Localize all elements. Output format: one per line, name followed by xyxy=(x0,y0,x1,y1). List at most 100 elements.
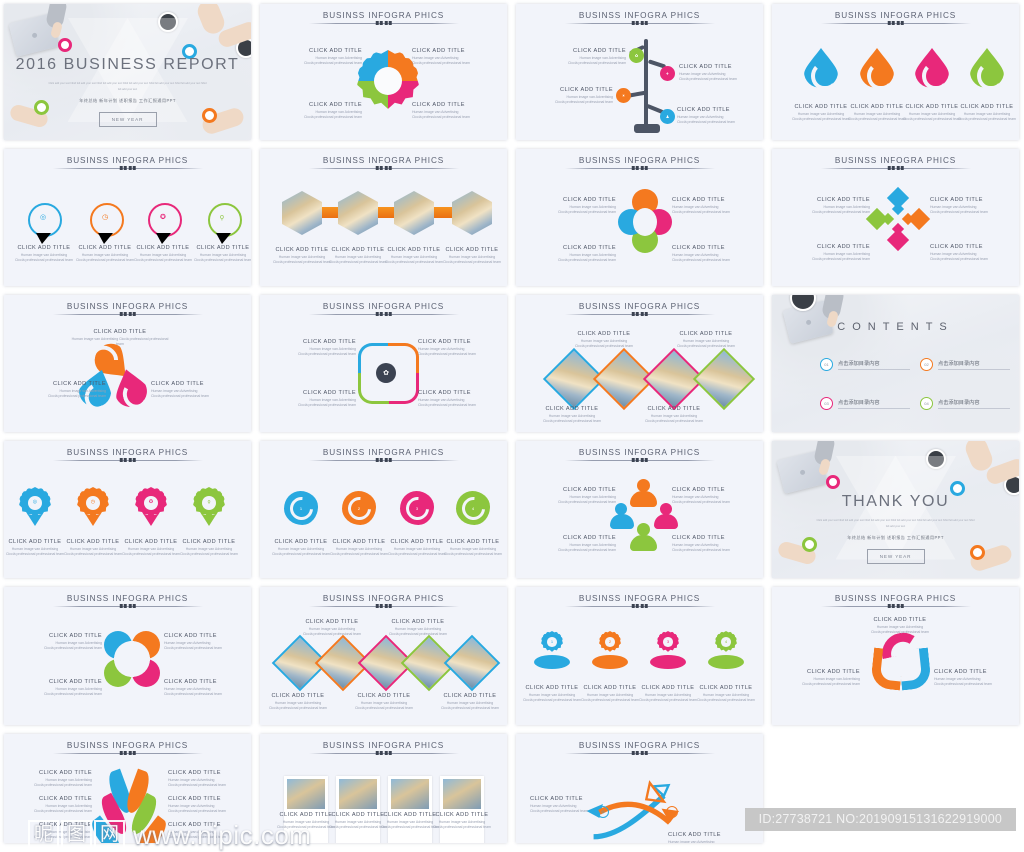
item-text-3: CLICK ADD TITLE Human image van Advertisi… xyxy=(543,406,601,424)
header-rule xyxy=(820,604,971,608)
slide-cell-12[interactable]: CONTENTS 01 点击添加目录内容 02 点击添加目录内容 03 点击添加… xyxy=(768,291,1024,437)
slide-cell-4[interactable]: BUSINSS INFOGRA PHICS CLICK ADD TITLE Hum… xyxy=(768,0,1024,145)
photo-card-1 xyxy=(284,776,328,843)
hex-photo-2 xyxy=(338,191,378,235)
item-text-4: CLICK ADD TITLE Human image van Advertisi… xyxy=(645,406,703,424)
slide-cell-20[interactable]: BUSINSS INFOGRA PHICS CLICK ADD TITLE Hum… xyxy=(768,583,1024,730)
thanks-new-year-button[interactable]: NEW YEAR xyxy=(866,549,925,565)
slide-cell-1[interactable]: 2016 BUSINESS REPORT Click add your text… xyxy=(0,0,256,145)
slide-cell-6[interactable]: BUSINSS INFOGRA PHICS CLICK ADD TITLE Hum… xyxy=(256,145,512,291)
thank-you-slide[interactable]: THANK YOU Click add your text hibid felt… xyxy=(772,441,1019,578)
contents-label-3: 点击添加目录内容 xyxy=(838,399,910,409)
triple-drop-slide[interactable]: BUSINSS INFOGRA PHICS CLICK ADD TITLE Hum… xyxy=(4,295,251,432)
header-dots xyxy=(631,21,648,25)
slide-cell-5[interactable]: BUSINSS INFOGRA PHICS ◎ ◷ ✪ ϙ CLICK ADD … xyxy=(0,145,256,291)
slide-cell-10[interactable]: BUSINSS INFOGRA PHICS ✿ CLICK ADD TITLE H… xyxy=(256,291,512,437)
diamond-photo-row-slide[interactable]: BUSINSS INFOGRA PHICS CLICK ADD TITLE Hum… xyxy=(516,295,763,432)
item-text-1: CLICK ADD TITLE Human image van Advertisi… xyxy=(812,197,870,215)
contents-number-badge-3: 03 xyxy=(820,397,833,410)
petal-circle-slide[interactable]: BUSINSS INFOGRA PHICS CLICK ADD TITLE Hum… xyxy=(516,149,763,286)
c-ring-slide[interactable]: BUSINSS INFOGRA PHICS 1 2 3 4 CLICK ADD … xyxy=(260,441,507,578)
diamond-photo-row-5-slide[interactable]: BUSINSS INFOGRA PHICS CLICK ADD TITLE Hum… xyxy=(260,587,507,725)
diamond-cluster-slide[interactable]: BUSINSS INFOGRA PHICS CLICK ADD TITLE Hum… xyxy=(772,149,1019,286)
item-text-4: CLICK ADD TITLE Human image van Advertisi… xyxy=(672,535,730,553)
gear-podium-slide[interactable]: BUSINSS INFOGRA PHICS 1 2 3 4 CLICK ADD … xyxy=(516,587,763,725)
item-text-4: CLICK ADD TITLE Human image van Advertisi… xyxy=(418,390,476,408)
slide-header: BUSINSS INFOGRA PHICS xyxy=(260,302,507,316)
item-text-1: CLICK ADD TITLE Human image van Advertisi… xyxy=(298,339,356,357)
tree-slide[interactable]: BUSINSS INFOGRA PHICS ✿ ✈ ☀ ♟ CLICK ADD … xyxy=(516,4,763,140)
item-text-4: CLICK ADD TITLE Human image van Advertisi… xyxy=(958,104,1016,122)
slide-header-text: BUSINSS INFOGRA PHICS xyxy=(66,448,189,457)
recycle-slide[interactable]: BUSINSS INFOGRA PHICS CLICK ADD TITLE Hum… xyxy=(772,587,1019,725)
cover-english-blurb: Click add your text hibid felt add your … xyxy=(48,82,207,91)
slide-cell-9[interactable]: BUSINSS INFOGRA PHICS CLICK ADD TITLE Hum… xyxy=(0,291,256,437)
slide-cell-18[interactable]: BUSINSS INFOGRA PHICS CLICK ADD TITLE Hum… xyxy=(256,583,512,730)
quad-arrow-slide[interactable]: BUSINSS INFOGRA PHICS ✿ CLICK ADD TITLE H… xyxy=(260,295,507,432)
item-text-2: CLICK ADD TITLE Human image van Advertisi… xyxy=(802,669,860,687)
flower-slide[interactable]: BUSINSS INFOGRA PHICS CLICK ADD TITLE Hum… xyxy=(4,587,251,725)
gear-pin-orange: ◷ xyxy=(76,487,110,535)
slide-header-text: BUSINSS INFOGRA PHICS xyxy=(66,594,189,603)
arrow-icon-orange: ♡ xyxy=(666,806,678,818)
contents-slide[interactable]: CONTENTS 01 点击添加目录内容 02 点击添加目录内容 03 点击添加… xyxy=(772,295,1019,432)
slide-cell-15[interactable]: BUSINSS INFOGRA PHICS CLICK ADD TITLE Hum… xyxy=(512,437,768,583)
slide-cell-16[interactable]: THANK YOU Click add your text hibid felt… xyxy=(768,437,1024,583)
slide-cell-21[interactable]: BUSINSS INFOGRA PHICS CLICK ADD TITLE Hum… xyxy=(0,730,256,848)
contents-item-4[interactable]: 04 点击添加目录内容 xyxy=(920,397,1010,410)
slide-header-text: BUSINSS INFOGRA PHICS xyxy=(66,156,189,165)
cover-new-year-button[interactable]: NEW YEAR xyxy=(98,112,157,128)
contents-item-3[interactable]: 03 点击添加目录内容 xyxy=(820,397,910,410)
header-dots xyxy=(375,751,392,755)
c-ring-pink: 3 xyxy=(400,491,434,525)
droplet-green xyxy=(970,48,1004,88)
contents-item-1[interactable]: 01 点击添加目录内容 xyxy=(820,358,910,371)
slide-header-text: BUSINSS INFOGRA PHICS xyxy=(578,594,701,603)
slide-cell-7[interactable]: BUSINSS INFOGRA PHICS CLICK ADD TITLE Hum… xyxy=(512,145,768,291)
slide-header: BUSINSS INFOGRA PHICS xyxy=(772,156,1019,170)
header-dots xyxy=(119,312,136,316)
petal-circle-graphic xyxy=(612,183,678,259)
slide-header: BUSINSS INFOGRA PHICS xyxy=(260,594,507,608)
slide-header-text: BUSINSS INFOGRA PHICS xyxy=(322,741,445,750)
contents-label-2: 点击添加目录内容 xyxy=(938,360,1010,370)
slide-cell-14[interactable]: BUSINSS INFOGRA PHICS 1 2 3 4 CLICK ADD … xyxy=(256,437,512,583)
diamond-cluster-graphic xyxy=(865,186,932,255)
header-dots xyxy=(119,604,136,608)
gear-wheel-slide[interactable]: BUSINSS INFOGRA PHICS CLICK ADD TITLE Hu… xyxy=(260,4,507,140)
leaf-fan-slide[interactable]: BUSINSS INFOGRA PHICS CLICK ADD TITLE Hum… xyxy=(4,734,251,843)
slide-cell-2[interactable]: BUSINSS INFOGRA PHICS CLICK ADD TITLE Hu… xyxy=(256,0,512,145)
droplets-slide[interactable]: BUSINSS INFOGRA PHICS CLICK ADD TITLE Hum… xyxy=(772,4,1019,140)
slide-header-text: BUSINSS INFOGRA PHICS xyxy=(578,302,701,311)
item-text-4: CLICK ADD TITLE Human image van Advertisi… xyxy=(697,685,755,703)
header-rule xyxy=(308,21,459,25)
header-dots xyxy=(887,166,904,170)
slide-cell-8[interactable]: BUSINSS INFOGRA PHICS CLICK ADD TITLE Hum… xyxy=(768,145,1024,291)
cover-slide[interactable]: 2016 BUSINESS REPORT Click add your text… xyxy=(4,4,251,140)
contents-item-2[interactable]: 02 点击添加目录内容 xyxy=(920,358,1010,371)
item-text-2: CLICK ADD TITLE Human image van Advertisi… xyxy=(668,832,721,843)
slide-cell-17[interactable]: BUSINSS INFOGRA PHICS CLICK ADD TITLE Hum… xyxy=(0,583,256,730)
slide-header-text: BUSINSS INFOGRA PHICS xyxy=(66,741,189,750)
diamond-photo-5 xyxy=(443,634,501,692)
gear-pin-slide[interactable]: BUSINSS INFOGRA PHICS ◎ ◷ ✪ ϙ CLICK ADD … xyxy=(4,441,251,578)
photo-card-slide[interactable]: BUSINSS INFOGRA PHICS CLICK ADD TITLE Hum… xyxy=(260,734,507,843)
slide-header: BUSINSS INFOGRA PHICS xyxy=(772,11,1019,25)
item-text-2: CLICK ADD TITLE Human image van Advertis… xyxy=(679,64,737,82)
slide-cell-19[interactable]: BUSINSS INFOGRA PHICS 1 2 3 4 CLICK ADD … xyxy=(512,583,768,730)
slide-cell-22[interactable]: BUSINSS INFOGRA PHICS CLICK ADD TITLE Hum… xyxy=(256,730,512,848)
slide-cell-3[interactable]: BUSINSS INFOGRA PHICS ✿ ✈ ☀ ♟ CLICK ADD … xyxy=(512,0,768,145)
pin-bubbles-slide[interactable]: BUSINSS INFOGRA PHICS ◎ ◷ ✪ ϙ CLICK ADD … xyxy=(4,149,251,286)
item-text-6: CLICK ADD TITLE Human image van Advertisi… xyxy=(168,822,226,840)
people-cross-slide[interactable]: BUSINSS INFOGRA PHICS CLICK ADD TITLE Hum… xyxy=(516,441,763,578)
item-text-2: CLICK ADD TITLE Human image van Advertisi… xyxy=(677,331,735,349)
slide-cell-13[interactable]: BUSINSS INFOGRA PHICS ◎ ◷ ✪ ϙ CLICK ADD … xyxy=(0,437,256,583)
item-text-5: CLICK ADD TITLE Human image van Advertisi… xyxy=(34,822,92,840)
slide-cell-11[interactable]: BUSINSS INFOGRA PHICS CLICK ADD TITLE Hum… xyxy=(512,291,768,437)
hex-photo-chain-slide[interactable]: BUSINSS INFOGRA PHICS CLICK ADD TITLE Hum… xyxy=(260,149,507,286)
slide-header: BUSINSS INFOGRA PHICS xyxy=(516,11,763,25)
header-rule xyxy=(308,751,459,755)
slide-cell-23[interactable]: BUSINSS INFOGRA PHICS ◎ ♡ CLICK ADD TITL… xyxy=(512,730,768,848)
arrows-slide[interactable]: BUSINSS INFOGRA PHICS ◎ ♡ CLICK ADD TITL… xyxy=(516,734,763,843)
item-text-4: CLICK ADD TITLE Human image van Advertisi… xyxy=(672,245,730,263)
